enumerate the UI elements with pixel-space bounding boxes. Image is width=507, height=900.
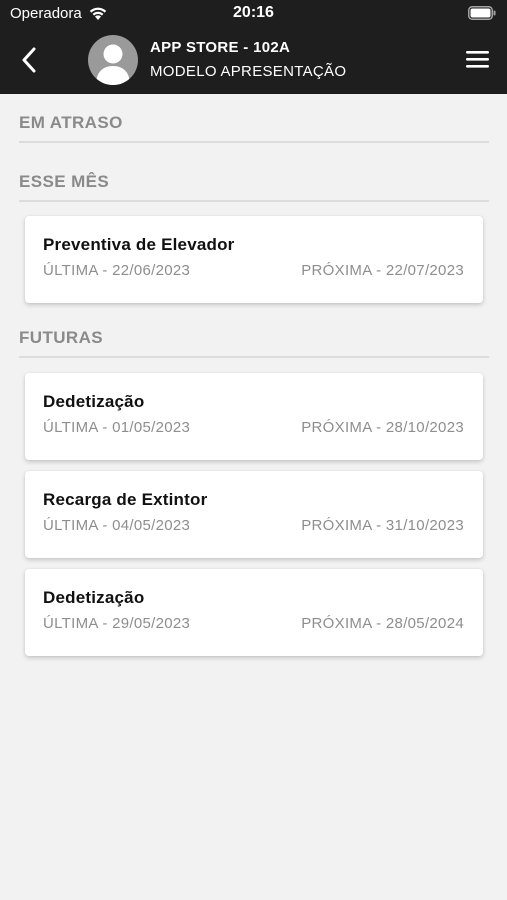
app-header: APP STORE - 102A MODELO APRESENTAÇÃO: [0, 28, 507, 94]
card-next-date: PRÓXIMA - 28/10/2023: [301, 419, 464, 436]
card-last-date: ÚLTIMA - 01/05/2023: [43, 419, 191, 436]
card-next-date: PRÓXIMA - 22/07/2023: [301, 262, 464, 279]
card-last-date: ÚLTIMA - 22/06/2023: [43, 262, 191, 279]
maintenance-card[interactable]: Recarga de Extintor ÚLTIMA - 04/05/2023 …: [25, 471, 483, 558]
hamburger-menu-icon: [466, 51, 489, 68]
maintenance-card[interactable]: Preventiva de Elevador ÚLTIMA - 22/06/20…: [25, 216, 483, 303]
maintenance-card[interactable]: Dedetização ÚLTIMA - 01/05/2023 PRÓXIMA …: [25, 373, 483, 460]
chevron-left-icon: [22, 47, 36, 73]
menu-button[interactable]: [465, 49, 491, 71]
card-next-date: PRÓXIMA - 28/05/2024: [301, 615, 464, 632]
section-header-future: FUTURAS: [19, 328, 489, 358]
card-next-date: PRÓXIMA - 31/10/2023: [301, 517, 464, 534]
status-bar: Operadora 20:16: [0, 0, 507, 28]
card-last-date: ÚLTIMA - 29/05/2023: [43, 615, 191, 632]
card-title: Recarga de Extintor: [43, 490, 208, 509]
status-time: 20:16: [233, 4, 274, 21]
card-title: Dedetização: [43, 392, 145, 411]
card-title: Dedetização: [43, 588, 145, 607]
maintenance-card[interactable]: Dedetização ÚLTIMA - 29/05/2023 PRÓXIMA …: [25, 569, 483, 656]
section-header-overdue: EM ATRASO: [19, 113, 489, 143]
header-subtitle: MODELO APRESENTAÇÃO: [150, 63, 347, 80]
back-button[interactable]: [14, 44, 44, 76]
header-title: APP STORE - 102A: [150, 39, 291, 56]
user-silhouette-icon: [96, 44, 130, 85]
battery-icon: [468, 6, 496, 25]
card-title: Preventiva de Elevador: [43, 235, 235, 254]
avatar[interactable]: [88, 35, 138, 85]
card-last-date: ÚLTIMA - 04/05/2023: [43, 517, 191, 534]
section-header-this-month: ESSE MÊS: [19, 172, 489, 202]
